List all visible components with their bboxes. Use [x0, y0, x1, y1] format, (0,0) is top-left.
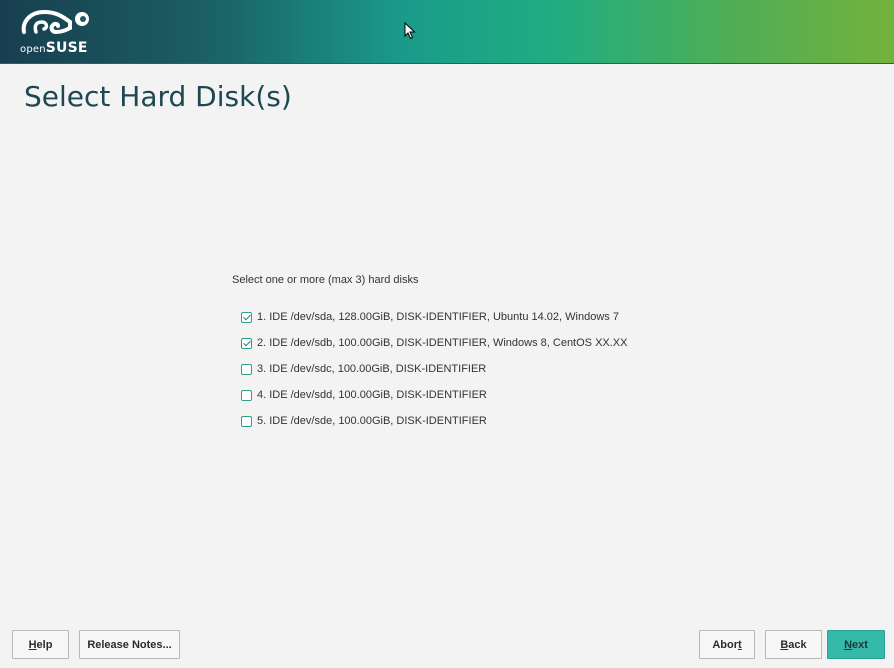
disk-checkbox[interactable]	[241, 311, 252, 323]
back-button[interactable]: Back	[765, 630, 822, 659]
disk-label: 2. IDE /dev/sdb, 100.00GiB, DISK-IDENTIF…	[257, 337, 628, 349]
next-button[interactable]: Next	[827, 630, 885, 659]
abort-button[interactable]: Abor t	[699, 630, 755, 659]
disk-checkbox[interactable]	[241, 389, 252, 401]
disk-label: 4. IDE /dev/sdd, 100.00GiB, DISK-IDENTIF…	[257, 389, 487, 401]
header-banner: openSUSE	[0, 0, 894, 64]
instruction-label: Select one or more (max 3) hard disks	[232, 274, 419, 286]
page-title: Select Hard Disk(s)	[24, 80, 292, 113]
mouse-pointer-icon	[404, 22, 416, 40]
disk-label: 5. IDE /dev/sde, 100.00GiB, DISK-IDENTIF…	[257, 415, 487, 427]
disk-checkbox[interactable]	[241, 337, 252, 349]
disk-selection-panel: Select one or more (max 3) hard disks 1.…	[232, 271, 752, 427]
logo-wordmark: openSUSE	[20, 40, 88, 56]
disk-checkbox[interactable]	[241, 415, 252, 427]
disk-item-sdc[interactable]: 3. IDE /dev/sdc, 100.00GiB, DISK-IDENTIF…	[241, 360, 486, 378]
disk-item-sda[interactable]: 1. IDE /dev/sda, 128.00GiB, DISK-IDENTIF…	[241, 308, 619, 326]
opensuse-logo: openSUSE	[18, 8, 98, 58]
disk-label: 3. IDE /dev/sdc, 100.00GiB, DISK-IDENTIF…	[257, 363, 487, 375]
chameleon-logo-icon	[21, 9, 89, 35]
disk-checkbox[interactable]	[241, 363, 252, 375]
disk-item-sdd[interactable]: 4. IDE /dev/sdd, 100.00GiB, DISK-IDENTIF…	[241, 386, 487, 404]
disk-item-sde[interactable]: 5. IDE /dev/sde, 100.00GiB, DISK-IDENTIF…	[241, 412, 487, 430]
disk-item-sdb[interactable]: 2. IDE /dev/sdb, 100.00GiB, DISK-IDENTIF…	[241, 334, 627, 352]
disk-label: 1. IDE /dev/sda, 128.00GiB, DISK-IDENTIF…	[257, 311, 619, 323]
help-button[interactable]: Help	[12, 630, 69, 659]
release-notes-button[interactable]: Release Notes...	[79, 630, 180, 659]
